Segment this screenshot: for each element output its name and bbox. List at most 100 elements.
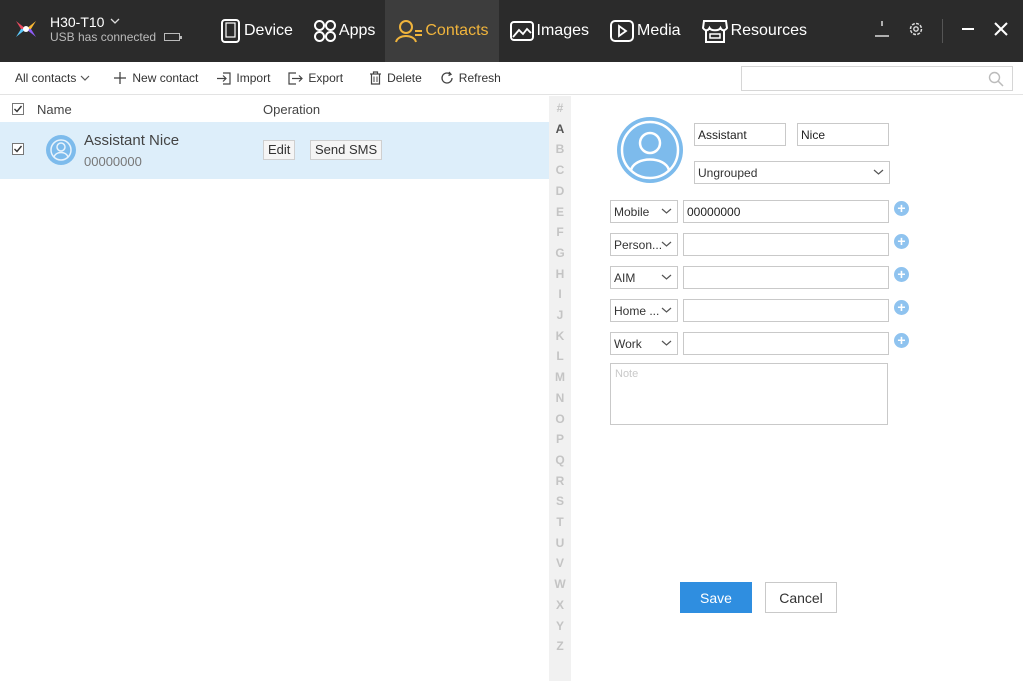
alpha-letter[interactable]: H bbox=[549, 267, 571, 281]
import-label: Import bbox=[236, 71, 271, 85]
alpha-letter[interactable]: A bbox=[549, 122, 571, 136]
alpha-letter[interactable]: Z bbox=[549, 639, 571, 653]
row-checkbox[interactable] bbox=[12, 143, 24, 155]
import-button[interactable]: Import bbox=[216, 71, 270, 85]
field-type-label: Mobile bbox=[614, 204, 650, 219]
alpha-letter[interactable]: # bbox=[549, 101, 571, 115]
alpha-letter[interactable]: G bbox=[549, 246, 571, 260]
nav-images-label: Images bbox=[536, 22, 589, 39]
alpha-letter[interactable]: K bbox=[549, 329, 571, 343]
nav-device[interactable]: Device bbox=[210, 0, 303, 62]
first-name-field[interactable] bbox=[694, 123, 786, 146]
filter-dropdown[interactable]: All contacts bbox=[15, 71, 91, 85]
chevron-down-icon bbox=[661, 307, 672, 313]
alpha-letter[interactable]: Q bbox=[549, 453, 571, 467]
trash-icon bbox=[370, 71, 382, 85]
alpha-letter[interactable]: M bbox=[549, 370, 571, 384]
field-type-label: AIM bbox=[614, 270, 636, 285]
app-window: H30-T10 USB has connected Device Apps Co… bbox=[0, 0, 1023, 681]
alpha-letter[interactable]: C bbox=[549, 163, 571, 177]
note-field[interactable] bbox=[610, 363, 888, 425]
alpha-letter[interactable]: D bbox=[549, 184, 571, 198]
delete-label: Delete bbox=[387, 71, 422, 85]
field-type-label: Person... bbox=[614, 237, 663, 252]
close-icon[interactable] bbox=[993, 21, 1009, 42]
alpha-letter[interactable]: S bbox=[549, 494, 571, 508]
alpha-letter[interactable]: P bbox=[549, 432, 571, 446]
add-field-icon[interactable]: + bbox=[894, 267, 909, 282]
field-value-input[interactable] bbox=[683, 332, 889, 355]
nav-contacts-label: Contacts bbox=[425, 22, 489, 39]
save-button[interactable]: Save bbox=[680, 582, 752, 613]
field-type-select[interactable]: Home ... bbox=[610, 299, 678, 322]
store-icon bbox=[701, 20, 728, 43]
download-icon[interactable] bbox=[874, 20, 890, 43]
delete-button[interactable]: Delete bbox=[369, 71, 422, 85]
tablet-icon bbox=[221, 19, 240, 43]
last-name-field[interactable] bbox=[797, 123, 889, 146]
group-select[interactable]: Ungrouped bbox=[694, 161, 890, 184]
alpha-letter[interactable]: Y bbox=[549, 619, 571, 633]
play-icon bbox=[609, 20, 634, 42]
alpha-letter[interactable]: V bbox=[549, 556, 571, 570]
field-value-input[interactable] bbox=[683, 200, 889, 223]
field-type-select[interactable]: Work bbox=[610, 332, 678, 355]
contact-phone: 00000000 bbox=[84, 154, 142, 169]
app-logo-icon bbox=[12, 12, 40, 46]
search-icon[interactable] bbox=[988, 71, 1004, 92]
device-selector[interactable]: H30-T10 USB has connected bbox=[12, 12, 183, 46]
nav-contacts[interactable]: Contacts bbox=[385, 0, 499, 62]
field-type-select[interactable]: Mobile bbox=[610, 200, 678, 223]
apps-grid-icon bbox=[313, 20, 336, 42]
field-type-label: Home ... bbox=[614, 303, 660, 318]
send-sms-button[interactable]: Send SMS bbox=[310, 140, 383, 160]
minimize-icon[interactable] bbox=[961, 22, 975, 41]
nav-resources[interactable]: Resources bbox=[691, 0, 817, 62]
select-all-checkbox[interactable] bbox=[12, 103, 24, 115]
alpha-letter[interactable]: B bbox=[549, 142, 571, 156]
cancel-button[interactable]: Cancel bbox=[765, 582, 837, 613]
alpha-letter[interactable]: O bbox=[549, 412, 571, 426]
nav-media[interactable]: Media bbox=[599, 0, 691, 62]
plus-icon bbox=[114, 72, 127, 84]
chevron-down-icon bbox=[661, 241, 672, 247]
field-type-select[interactable]: AIM bbox=[610, 266, 678, 289]
nav-images[interactable]: Images bbox=[499, 0, 599, 62]
alpha-letter[interactable]: X bbox=[549, 598, 571, 612]
new-contact-button[interactable]: New contact bbox=[113, 71, 198, 85]
edit-button[interactable]: Edit bbox=[263, 140, 296, 160]
add-field-icon[interactable]: + bbox=[894, 201, 909, 216]
alpha-letter[interactable]: J bbox=[549, 308, 571, 322]
add-field-icon[interactable]: + bbox=[894, 300, 909, 315]
alpha-letter[interactable]: W bbox=[549, 577, 571, 591]
search-input[interactable] bbox=[742, 67, 982, 90]
field-value-input[interactable] bbox=[683, 299, 889, 322]
window-controls bbox=[874, 0, 1009, 62]
contact-row[interactable]: Assistant Nice 00000000 Edit Send SMS bbox=[0, 122, 549, 179]
alpha-letter[interactable]: U bbox=[549, 536, 571, 550]
filter-label: All contacts bbox=[15, 71, 77, 85]
field-type-select[interactable]: Person... bbox=[610, 233, 678, 256]
alpha-letter[interactable]: L bbox=[549, 349, 571, 363]
refresh-button[interactable]: Refresh bbox=[440, 71, 501, 85]
field-value-input[interactable] bbox=[683, 266, 889, 289]
alpha-letter[interactable]: E bbox=[549, 205, 571, 219]
export-label: Export bbox=[308, 71, 344, 85]
field-value-input[interactable] bbox=[683, 233, 889, 256]
alpha-letter[interactable]: F bbox=[549, 225, 571, 239]
alpha-letter[interactable]: T bbox=[549, 515, 571, 529]
add-field-icon[interactable]: + bbox=[894, 333, 909, 348]
add-field-icon[interactable]: + bbox=[894, 234, 909, 249]
alpha-letter[interactable]: N bbox=[549, 391, 571, 405]
contact-photo[interactable] bbox=[617, 117, 683, 183]
export-button[interactable]: Export bbox=[288, 71, 343, 85]
nav-apps[interactable]: Apps bbox=[303, 0, 385, 62]
alpha-letter[interactable]: I bbox=[549, 287, 571, 301]
contact-avatar bbox=[46, 135, 76, 165]
nav-media-label: Media bbox=[636, 22, 681, 39]
list-header: Name Operation bbox=[0, 96, 549, 122]
alpha-letter[interactable]: R bbox=[549, 474, 571, 488]
gear-icon[interactable] bbox=[908, 21, 924, 42]
contact-editor: Ungrouped Mobile + Person... + AIM + Home ... +… bbox=[571, 96, 1023, 681]
top-bar: H30-T10 USB has connected Device Apps Co… bbox=[0, 0, 1023, 62]
